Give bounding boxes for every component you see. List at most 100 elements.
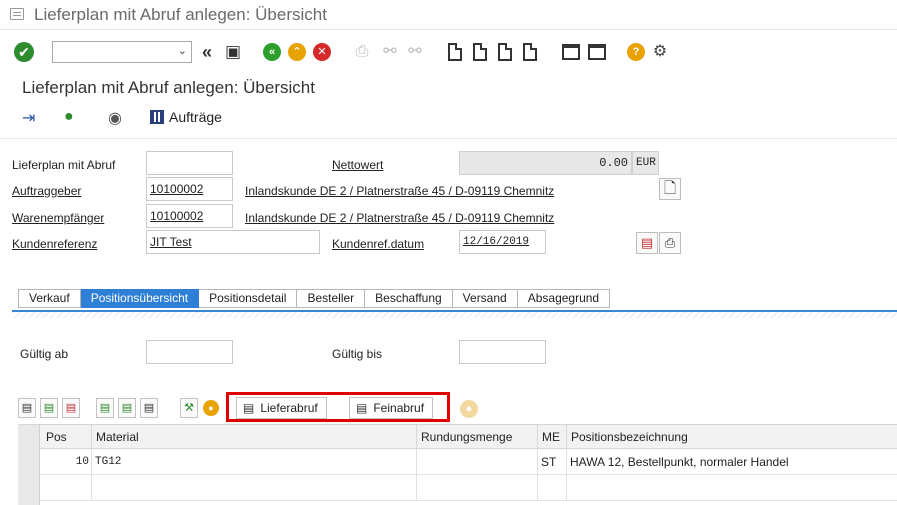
nettowert-value: 0.00 [599,156,628,170]
cell-empty[interactable] [40,475,92,501]
column-material[interactable]: Material [92,425,417,449]
exit-icon[interactable]: ⌃ [288,43,306,61]
currency-value: EUR [636,157,656,169]
kundenref-datum-label[interactable]: Kundenref.datum [332,237,424,251]
enter-check-icon[interactable]: ✔ [14,42,34,62]
cell-pos[interactable]: 10 [40,449,92,475]
cancel-icon[interactable]: ✕ [313,43,331,61]
command-field[interactable]: ⌄ [52,41,192,63]
table-toolbar: ▤ ▤ ▤ ▤ ▤ ▤ ⚒ ● ▤ Lieferabruf ▤ Feinabruf … [0,392,897,424]
pricing-icon[interactable]: ▤ [636,232,658,254]
tab-beschaffung[interactable]: Beschaffung [365,289,453,308]
screen-title: Lieferplan mit Abruf anlegen: Übersicht [22,78,315,97]
auftraggeber-description: Inlandskunde DE 2 / Platnerstraße 45 / D… [245,184,555,198]
table-row[interactable]: 10 TG12 ST HAWA 12, Bestellpunkt, normal… [40,449,897,475]
cell-rundungsmenge[interactable] [417,449,538,475]
feinabruf-button[interactable]: ▤ Feinabruf [349,397,434,419]
tab-positionsuebersicht[interactable]: Positionsübersicht [80,289,200,308]
select-all-icon[interactable]: ▤ [96,398,114,418]
delete-row-icon[interactable]: ▤ [62,398,80,418]
document-icon[interactable]: 🗋 [659,178,681,200]
table-row-empty[interactable] [40,475,897,501]
gueltig-ab-label: Gültig ab [20,347,69,361]
help-icon[interactable]: ? [627,43,645,61]
cell-empty[interactable] [567,475,897,501]
cell-me[interactable]: ST [538,449,567,475]
tab-besteller[interactable]: Besteller [297,289,366,308]
kundenref-datum-field[interactable]: 12/16/2019 [459,230,546,254]
items-table: Pos Material Rundungsmenge ME Positionsb… [18,424,897,505]
configuration-icon[interactable]: ⚒ [180,398,198,418]
feinabruf-label: Feinabruf [373,401,425,415]
window-title: Lieferplan mit Abruf anlegen: Übersicht [34,5,327,24]
tab-verkauf[interactable]: Verkauf [18,289,81,308]
warenempfaenger-field[interactable]: 10100002 [146,204,233,228]
deselect-all-icon[interactable]: ▤ [140,398,158,418]
table-header: Pos Material Rundungsmenge ME Positionsb… [40,425,897,449]
pricing-coin-icon[interactable]: ● [203,400,219,416]
item-details-icon[interactable]: ▤ [18,398,36,418]
tab-panel-pattern [12,312,897,318]
feinabruf-icon: ▤ [356,401,368,415]
cell-empty[interactable] [538,475,567,501]
shortcut-icon[interactable] [588,44,606,60]
row-selector-column[interactable] [18,425,40,505]
orders-grid-icon [150,110,164,124]
double-chevron-left-icon[interactable]: « [198,41,216,63]
import-icon[interactable]: ⇥ [22,108,35,128]
select-block-icon[interactable]: ▤ [118,398,136,418]
save-icon[interactable]: ▣ [222,41,244,63]
lieferplan-label: Lieferplan mit Abruf [12,158,116,172]
warenempfaenger-label[interactable]: Warenempfänger [12,211,104,225]
column-positionsbezeichnung[interactable]: Positionsbezeichnung [567,425,897,449]
gueltig-bis-label: Gültig bis [332,347,383,361]
auftraggeber-value: 10100002 [150,182,204,196]
auftraggeber-label[interactable]: Auftraggeber [12,184,81,198]
document-flow-icon[interactable]: ◉ [108,108,122,128]
column-pos[interactable]: Pos [40,425,92,449]
column-me[interactable]: ME [538,425,567,449]
find-next-icon[interactable]: ⚯ [405,41,425,63]
column-rundungsmenge[interactable]: Rundungsmenge [417,425,538,449]
kundenreferenz-label[interactable]: Kundenreferenz [12,237,97,251]
tab-absagegrund[interactable]: Absagegrund [517,289,611,308]
gueltig-ab-field[interactable] [146,340,233,364]
tab-strip: Verkauf Positionsübersicht Positionsdeta… [18,289,611,308]
partner-person-icon[interactable]: ● [64,108,74,126]
previous-page-icon[interactable] [473,43,487,61]
nettowert-field: 0.00 [459,151,632,175]
lieferabruf-button[interactable]: ▤ Lieferabruf [236,397,327,419]
orders-label: Aufträge [169,109,222,125]
kundenreferenz-field[interactable]: JIT Test [146,230,320,254]
next-page-icon[interactable] [498,43,512,61]
back-icon[interactable]: « [263,43,281,61]
lieferabruf-label: Lieferabruf [260,401,318,415]
orders-button[interactable]: Aufträge [150,109,222,125]
gueltig-bis-field[interactable] [459,340,546,364]
find-icon[interactable]: ⚯ [380,41,400,63]
kundenreferenz-value: JIT Test [150,235,192,249]
cell-empty[interactable] [417,475,538,501]
tab-versand[interactable]: Versand [452,289,518,308]
new-session-icon[interactable] [562,44,580,60]
cell-empty[interactable] [92,475,417,501]
cell-material[interactable]: TG12 [92,449,417,475]
title-bar: Lieferplan mit Abruf anlegen: Übersicht [0,0,897,30]
print-preview-icon[interactable]: ⎙ [659,232,681,254]
warenempfaenger-value: 10100002 [150,209,204,223]
first-page-icon[interactable] [448,43,462,61]
settings-gear-icon[interactable]: ⚙ [650,41,670,63]
auftraggeber-field[interactable]: 10100002 [146,177,233,201]
tab-positionsdetail[interactable]: Positionsdetail [199,289,298,308]
lieferplan-field[interactable] [146,151,233,175]
currency-field: EUR [632,151,659,175]
cell-positionsbezeichnung[interactable]: HAWA 12, Bestellpunkt, normaler Handel [567,449,897,475]
menu-icon[interactable] [10,8,24,20]
print-icon[interactable]: ⎙ [352,41,372,63]
kundenref-datum-value: 12/16/2019 [463,236,530,248]
nettowert-label[interactable]: Nettowert [332,158,383,172]
disabled-coin-icon: ● [460,400,478,418]
chevron-down-icon[interactable]: ⌄ [178,44,187,57]
insert-row-icon[interactable]: ▤ [40,398,58,418]
last-page-icon[interactable] [523,43,537,61]
